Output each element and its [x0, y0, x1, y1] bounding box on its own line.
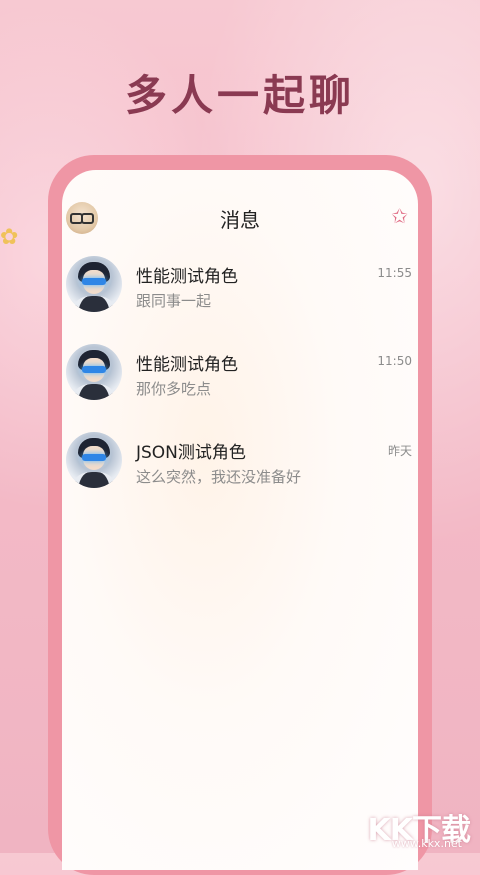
character-avatar	[66, 256, 122, 312]
chat-item[interactable]: JSON测试角色 这么突然，我还没准备好 昨天	[62, 428, 418, 516]
phone-screen: 消息 ✩ 性能测试角色 跟同事一起 11:55 性能测试角色 那你多吃点 11:…	[62, 170, 418, 870]
chat-item[interactable]: 性能测试角色 那你多吃点 11:50	[62, 340, 418, 428]
chat-name: 性能测试角色	[136, 267, 238, 287]
chat-preview: 跟同事一起	[136, 292, 212, 310]
screen-header: 消息 ✩	[62, 200, 418, 240]
watermark-url: www.kkx.net	[391, 837, 462, 850]
screen-title: 消息	[220, 208, 260, 232]
page-headline: 多人一起聊	[124, 71, 355, 120]
chat-time: 11:50	[377, 354, 412, 368]
chat-preview: 这么突然，我还没准备好	[136, 468, 302, 486]
chat-name: 性能测试角色	[136, 355, 238, 375]
star-icon[interactable]: ✩	[391, 204, 408, 228]
character-avatar	[66, 432, 122, 488]
chat-preview: 那你多吃点	[136, 380, 212, 398]
character-avatar	[66, 344, 122, 400]
watermark-logo: KK下载 www.kkx.net	[358, 807, 474, 851]
chat-item[interactable]: 性能测试角色 跟同事一起 11:55	[62, 252, 418, 340]
chat-time: 11:55	[377, 266, 412, 280]
flower-decoration: ✿	[0, 225, 19, 250]
chat-time: 昨天	[387, 444, 412, 458]
chat-list: 性能测试角色 跟同事一起 11:55 性能测试角色 那你多吃点 11:50 JS…	[62, 252, 418, 516]
chat-name: JSON测试角色	[136, 443, 246, 463]
